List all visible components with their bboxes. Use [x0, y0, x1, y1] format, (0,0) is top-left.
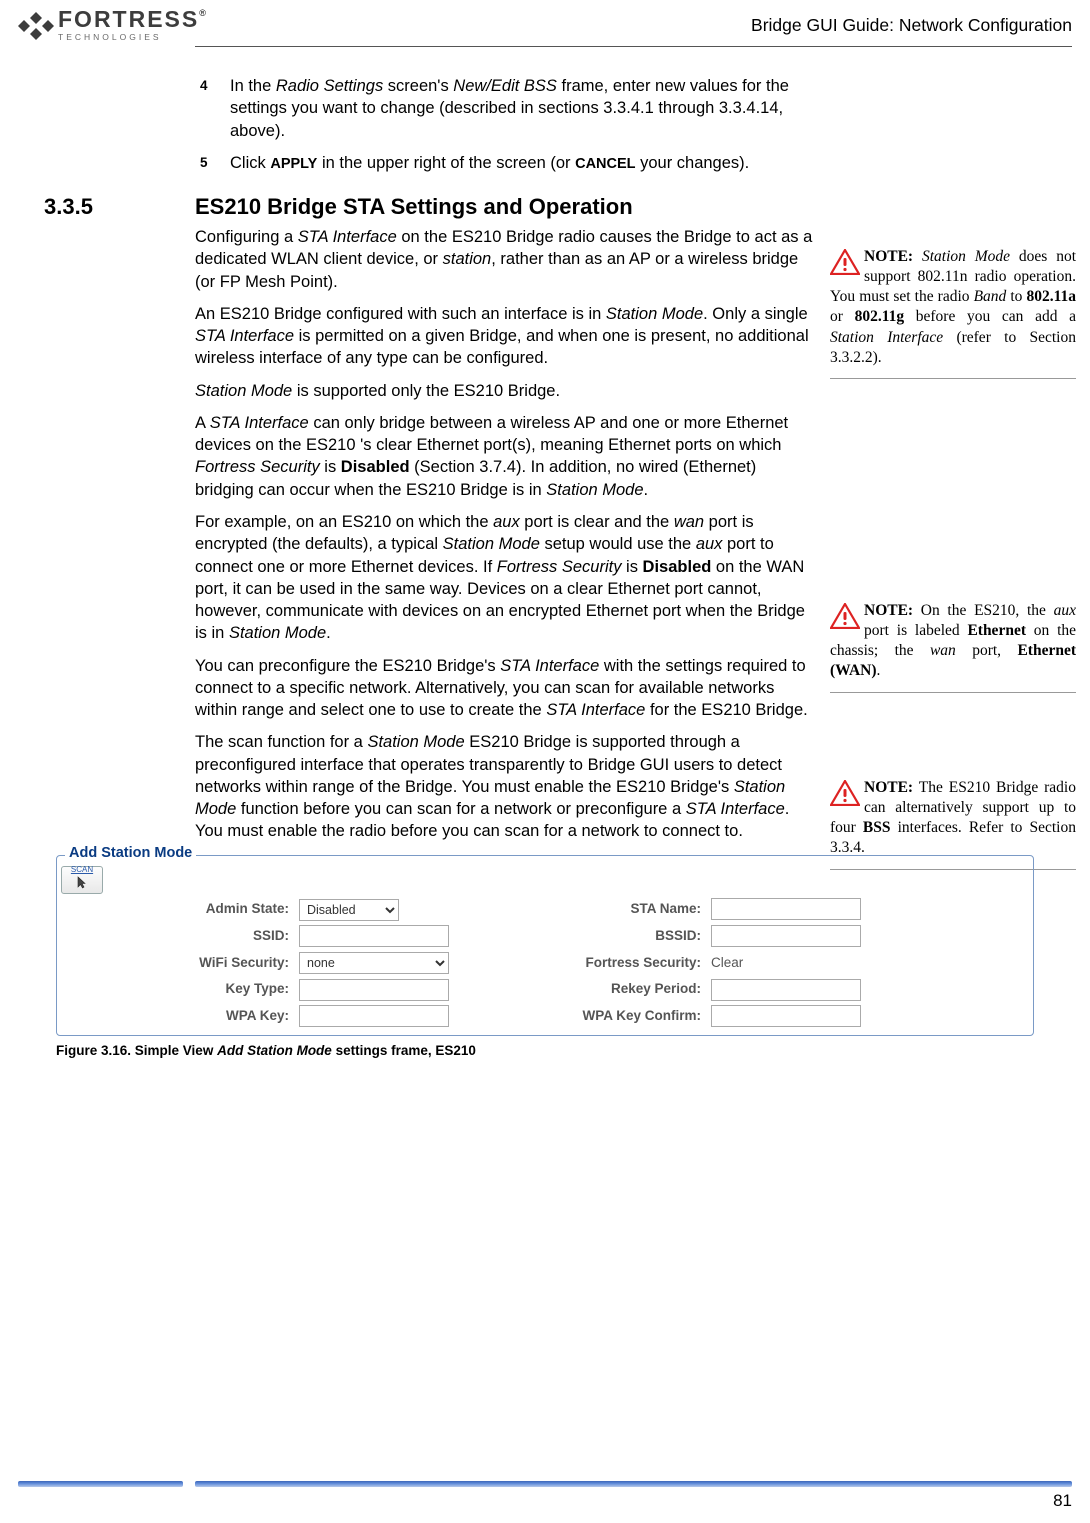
para: For example, on an ES210 on which the au…: [195, 511, 815, 645]
fortress-logo-icon: [18, 8, 54, 44]
logo-sub: TECHNOLOGIES: [58, 32, 162, 42]
header-rule: [195, 46, 1072, 47]
para: An ES210 Bridge configured with such an …: [195, 303, 815, 370]
label-sta-name: STA Name:: [475, 900, 705, 918]
note-1: NOTE: Station Mode does not support 802.…: [830, 247, 1076, 379]
step-body: Click APPLY in the upper right of the sc…: [230, 152, 820, 175]
sta-name-input[interactable]: [711, 898, 861, 920]
figure-caption: Figure 3.16. Simple View Add Station Mod…: [56, 1042, 1034, 1060]
note-icon: [830, 780, 860, 812]
step-5: 5 Click APPLY in the upper right of the …: [200, 152, 820, 175]
step-num: 5: [200, 152, 230, 175]
para: Configuring a STA Interface on the ES210…: [195, 226, 815, 293]
label-bssid: BSSID:: [475, 927, 705, 945]
page-header: FORTRESS® TECHNOLOGIES Bridge GUI Guide:…: [0, 0, 1090, 46]
wifi-security-select[interactable]: none: [299, 952, 449, 974]
bssid-input[interactable]: [711, 925, 861, 947]
label-wifi-security: WiFi Security:: [113, 954, 293, 972]
body-column: Configuring a STA Interface on the ES210…: [195, 226, 815, 843]
figure-3-16: Add Station Mode SCAN Admin State: Disab…: [56, 855, 1034, 1061]
section-title: ES210 Bridge STA Settings and Operation: [195, 192, 633, 222]
section-heading: 3.3.5 ES210 Bridge STA Settings and Oper…: [0, 192, 1090, 222]
rekey-period-input[interactable]: [711, 979, 861, 1001]
para: You can preconfigure the ES210 Bridge's …: [195, 655, 815, 722]
wpa-key-confirm-input[interactable]: [711, 1005, 861, 1027]
note-icon: [830, 249, 860, 281]
key-type-input[interactable]: [299, 979, 449, 1001]
footer-rule-left: [18, 1481, 183, 1487]
para: Station Mode is supported only the ES210…: [195, 380, 815, 402]
logo-reg: ®: [199, 8, 206, 18]
note-rule: [830, 692, 1076, 693]
scan-button[interactable]: SCAN: [61, 866, 103, 894]
label-fortress-security: Fortress Security:: [475, 954, 705, 972]
label-wpa-key: WPA Key:: [113, 1007, 293, 1025]
fortress-security-value: Clear: [711, 954, 881, 972]
wpa-key-input[interactable]: [299, 1005, 449, 1027]
logo: FORTRESS® TECHNOLOGIES: [18, 8, 206, 44]
step-4: 4 In the Radio Settings screen's New/Edi…: [200, 75, 820, 142]
scan-label: SCAN: [71, 865, 93, 876]
label-ssid: SSID:: [113, 927, 293, 945]
para: A STA Interface can only bridge between …: [195, 412, 815, 501]
step-body: In the Radio Settings screen's New/Edit …: [230, 75, 820, 142]
label-admin-state: Admin State:: [113, 900, 293, 918]
step-num: 4: [200, 75, 230, 142]
add-station-mode-frame: Add Station Mode SCAN Admin State: Disab…: [56, 855, 1034, 1037]
step-list: 4 In the Radio Settings screen's New/Edi…: [200, 75, 820, 174]
admin-state-select[interactable]: Disabled: [299, 899, 399, 921]
page-number: 81: [1053, 1490, 1072, 1513]
label-wpa-key-confirm: WPA Key Confirm:: [475, 1007, 705, 1025]
logo-main: FORTRESS: [58, 6, 199, 32]
section-number: 3.3.5: [0, 192, 195, 222]
note-rule: [830, 378, 1076, 379]
note-icon: [830, 603, 860, 635]
label-key-type: Key Type:: [113, 980, 293, 998]
label-rekey-period: Rekey Period:: [475, 980, 705, 998]
note-2: NOTE: On the ES210, the aux port is labe…: [830, 601, 1076, 693]
ssid-input[interactable]: [299, 925, 449, 947]
frame-legend: Add Station Mode: [65, 844, 196, 864]
cursor-icon: [75, 876, 89, 894]
header-title: Bridge GUI Guide: Network Configuration: [751, 14, 1072, 38]
para: The scan function for a Station Mode ES2…: [195, 731, 815, 842]
footer-rule: [195, 1481, 1072, 1487]
